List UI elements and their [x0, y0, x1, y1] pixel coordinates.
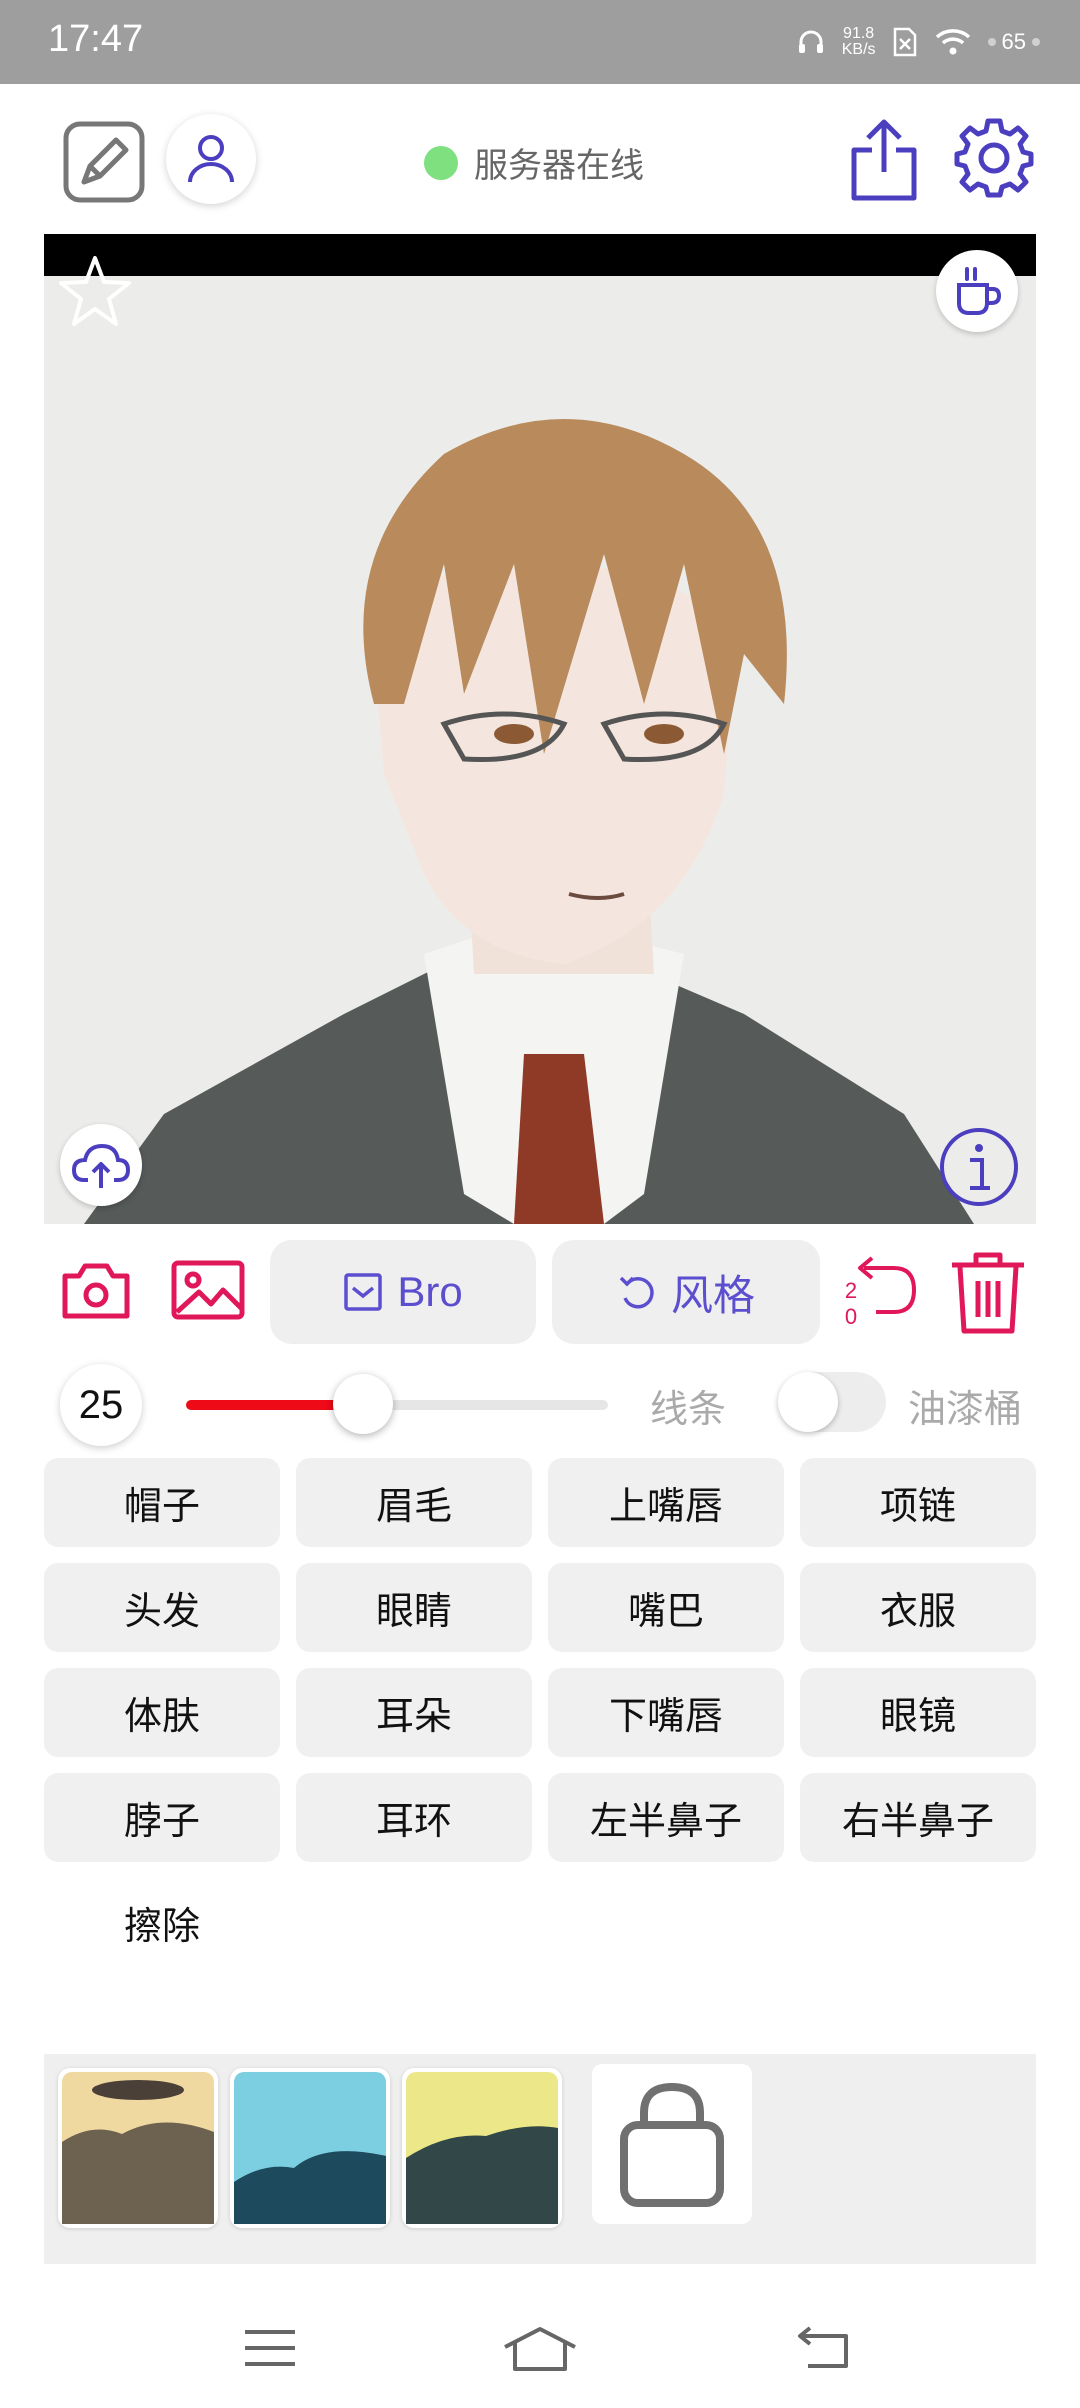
gallery-button[interactable]	[170, 1258, 246, 1322]
battery-level: 65	[1001, 29, 1026, 54]
checkbox-icon	[344, 1273, 383, 1311]
part-button[interactable]: 擦除	[44, 1878, 280, 1967]
coffee-button[interactable]	[936, 250, 1018, 332]
headphones-icon	[798, 30, 823, 53]
bucket-mode-label: 油漆桶	[908, 1387, 1023, 1431]
part-button[interactable]: 帽子	[44, 1458, 280, 1547]
portrait-image	[44, 234, 1036, 1224]
preset-swatch-1[interactable]	[58, 2068, 218, 2228]
part-button[interactable]: 眉毛	[296, 1458, 532, 1547]
undo-count-bottom: 0	[844, 1304, 858, 1329]
preset-swatch-3[interactable]	[402, 2068, 562, 2228]
style-button[interactable]: 风格	[552, 1240, 820, 1344]
menu-icon	[245, 2330, 295, 2366]
system-nav-bar	[0, 2288, 1080, 2408]
image-icon	[171, 1260, 245, 1320]
parts-grid: 帽子 眉毛 上嘴唇 项链头发 眼睛 嘴巴 衣服体肤 耳朵 下嘴唇 眼镜脖子 耳环 左半鼻子 右半鼻子擦除	[44, 1458, 1036, 1967]
toggle-knob	[778, 1372, 838, 1432]
status-time: 17:47	[48, 18, 144, 60]
style-shop-button[interactable]	[592, 2064, 752, 2224]
part-button[interactable]: 体肤	[44, 1668, 280, 1757]
part-button[interactable]: 眼睛	[296, 1563, 532, 1652]
style-label: 风格	[670, 1271, 755, 1319]
part-button[interactable]: 上嘴唇	[548, 1458, 784, 1547]
undo-count-top: 2	[844, 1278, 858, 1303]
part-button[interactable]: 下嘴唇	[548, 1668, 784, 1757]
line-mode-label: 线条	[650, 1387, 727, 1431]
status-icons: 91.8 KB/s 65	[796, 16, 1040, 68]
info-button[interactable]	[938, 1126, 1020, 1208]
camera-button[interactable]	[60, 1258, 132, 1322]
part-button[interactable]: 嘴巴	[548, 1563, 784, 1652]
part-button[interactable]: 头发	[44, 1563, 280, 1652]
preset-thumbnail	[234, 2072, 386, 2224]
brush-controls: 25 线条 油漆桶	[0, 1360, 1080, 1450]
delete-button[interactable]	[948, 1250, 1028, 1336]
battery: 65	[987, 29, 1040, 55]
wifi-icon	[935, 29, 970, 55]
brush-size-slider[interactable]	[186, 1374, 608, 1434]
battery-dot-icon	[987, 38, 996, 46]
preset-thumbnail	[406, 2072, 558, 2224]
image-canvas[interactable]	[44, 234, 1036, 1224]
trash-icon	[952, 1252, 1024, 1334]
edit-pen-icon	[63, 121, 145, 203]
bucket-toggle[interactable]	[778, 1372, 886, 1432]
part-button[interactable]: 耳环	[296, 1773, 532, 1862]
part-button[interactable]: 脖子	[44, 1773, 280, 1862]
coffee-cup-icon	[957, 267, 1002, 315]
part-button[interactable]: 耳朵	[296, 1668, 532, 1757]
canvas-top-band	[44, 234, 1036, 276]
preset-thumbnail	[62, 2072, 214, 2224]
home-nav-button[interactable]	[480, 2308, 600, 2388]
app-header: 服务器在线	[0, 84, 1080, 234]
camera-icon	[62, 1263, 130, 1319]
preset-swatch-2[interactable]	[230, 2068, 390, 2228]
menu-nav-button[interactable]	[210, 2308, 330, 2388]
user-button[interactable]	[166, 114, 256, 204]
upload-button[interactable]	[60, 1124, 142, 1206]
network-speed: 91.8 KB/s	[842, 26, 876, 58]
edit-button[interactable]	[60, 118, 148, 206]
share-icon	[851, 119, 917, 201]
net-speed-value: 91.8	[843, 25, 875, 42]
share-button[interactable]	[846, 114, 922, 204]
bro-button[interactable]: Bro	[270, 1240, 536, 1344]
sim-card-icon	[893, 27, 916, 57]
home-icon	[504, 2327, 576, 2371]
slider-thumb[interactable]	[333, 1374, 394, 1434]
net-speed-unit: KB/s	[841, 41, 876, 58]
part-button[interactable]: 眼镜	[800, 1668, 1036, 1757]
user-icon	[188, 135, 234, 183]
favorite-button[interactable]	[58, 254, 132, 328]
shopping-bag-icon	[620, 2082, 724, 2207]
battery-dot-icon	[1032, 38, 1040, 46]
style-presets	[44, 2054, 1036, 2264]
part-button[interactable]: 右半鼻子	[800, 1773, 1036, 1862]
part-button[interactable]: 衣服	[800, 1563, 1036, 1652]
bro-label: Bro	[397, 1268, 463, 1315]
server-status-dot	[424, 145, 458, 180]
part-button[interactable]: 项链	[800, 1458, 1036, 1547]
brush-size-badge: 25	[60, 1364, 142, 1446]
server-status: 服务器在线	[424, 138, 644, 187]
info-icon	[940, 1128, 1018, 1206]
edit-toolbar: Bro 风格 2 0	[0, 1236, 1080, 1356]
server-status-text: 服务器在线	[474, 146, 644, 186]
back-nav-button[interactable]	[762, 2308, 882, 2388]
rotate-left-icon	[619, 1276, 654, 1309]
gear-icon	[954, 118, 1034, 198]
cloud-upload-icon	[72, 1143, 130, 1188]
part-button[interactable]: 左半鼻子	[548, 1773, 784, 1862]
settings-button[interactable]	[952, 116, 1036, 200]
star-icon	[59, 256, 131, 326]
back-icon	[798, 2326, 848, 2368]
undo-button[interactable]: 2 0	[842, 1250, 920, 1334]
status-bar: 17:47 91.8 KB/s 65	[0, 0, 1080, 84]
